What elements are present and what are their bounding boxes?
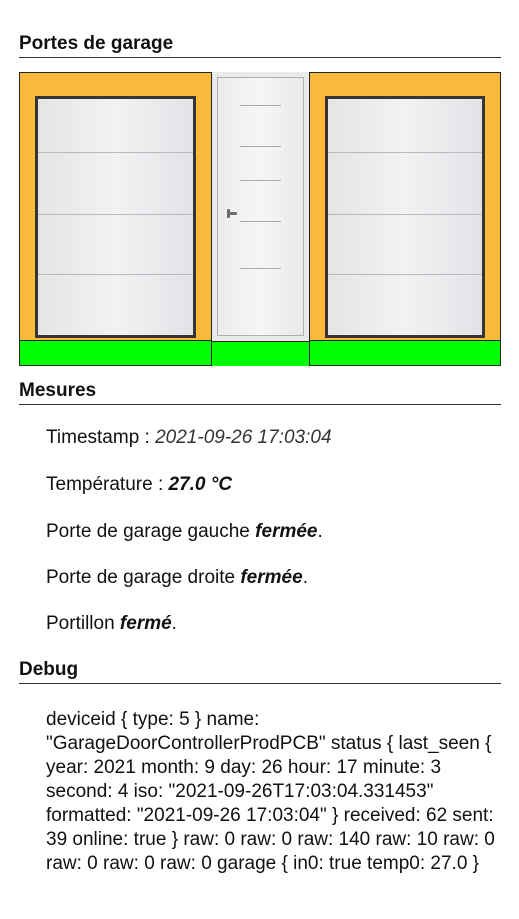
debug-output: deviceid { type: 5 } name: "GarageDoorCo… [46,709,495,874]
right-door-label: Porte de garage droite [46,567,241,588]
right-garage-door[interactable] [309,72,501,366]
section-title-debug: Debug [19,659,501,684]
portillon-suffix: . [171,613,177,634]
garage-doors-panel [19,72,501,366]
portillon-status-bar [212,341,309,366]
right-door-state: fermée [240,567,303,588]
portillon-door-image [217,77,304,336]
left-door-label: Porte de garage gauche [46,521,256,542]
temperature-line: Température : 27.0 °C [46,474,232,496]
section-title-mesures: Mesures [19,380,501,405]
left-garage-door-status-bar [20,340,211,365]
left-door-state: fermée [255,521,318,542]
right-garage-door-status-bar [310,340,500,365]
portillon-line: Portillon fermé. [46,613,177,635]
temperature-value: 27.0 °C [168,474,233,495]
timestamp-label: Timestamp : [46,427,156,448]
right-garage-door-image [325,96,485,338]
right-door-line: Porte de garage droite fermée. [46,567,308,589]
portillon-state: fermé [119,613,172,634]
left-door-line: Porte de garage gauche fermée. [46,521,323,543]
section-title-garage: Portes de garage [19,33,501,58]
timestamp-line: Timestamp : 2021-09-26 17:03:04 [46,427,332,449]
door-handle-bar [228,212,237,215]
right-door-suffix: . [302,567,308,588]
left-garage-door[interactable] [19,72,212,366]
left-door-suffix: . [317,521,323,542]
temperature-label: Température : [46,474,169,495]
portillon-label: Portillon [46,613,120,634]
portillon-door[interactable] [212,72,309,366]
left-garage-door-image [35,96,196,338]
timestamp-value: 2021-09-26 17:03:04 [155,427,332,448]
